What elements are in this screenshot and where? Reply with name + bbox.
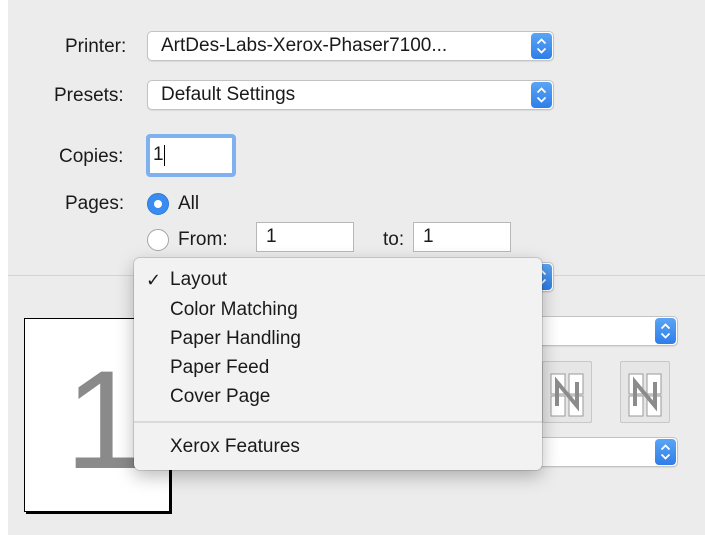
up-down-chevron-icon <box>655 318 676 344</box>
pages-to-value: 1 <box>423 226 434 247</box>
presets-value: Default Settings <box>161 84 296 105</box>
copies-label: Copies: <box>59 146 124 167</box>
menu-separator <box>134 421 542 423</box>
pages-from-value: 1 <box>266 226 277 247</box>
menu-item-cover-page[interactable]: Cover Page <box>170 386 270 408</box>
menu-item-color-matching[interactable]: Color Matching <box>170 299 298 321</box>
copies-value: 1 <box>153 144 164 165</box>
text-caret <box>164 145 165 166</box>
print-dialog: Printer: ArtDes-Labs-Xerox-Phaser7100...… <box>8 0 705 535</box>
pages-from-field[interactable]: 1 <box>256 222 354 252</box>
layout-direction-n-button[interactable] <box>620 361 670 423</box>
presets-label: Presets: <box>54 85 124 106</box>
layout-direction-z-icon <box>550 373 584 417</box>
pages-all-radio[interactable] <box>147 193 169 215</box>
pages-label: Pages: <box>65 193 125 214</box>
preview-page-number: 1 <box>65 341 143 498</box>
printer-label: Printer: <box>65 36 127 57</box>
up-down-chevron-icon <box>531 33 552 59</box>
menu-item-paper-handling[interactable]: Paper Handling <box>170 328 301 350</box>
menu-item-xerox-features[interactable]: Xerox Features <box>170 436 300 458</box>
up-down-chevron-icon <box>655 439 676 465</box>
pages-to-field[interactable]: 1 <box>413 222 511 252</box>
checkmark-icon: ✓ <box>146 270 162 290</box>
copies-field[interactable]: 1 <box>146 134 236 177</box>
pages-from-label[interactable]: From: <box>178 229 228 251</box>
section-menu: ✓ Layout Color Matching Paper Handling P… <box>134 258 542 470</box>
layout-direction-n-icon <box>628 373 662 417</box>
layout-direction-z-button[interactable] <box>542 361 592 423</box>
pages-all-label[interactable]: All <box>178 193 199 215</box>
presets-popup[interactable]: Default Settings <box>147 80 554 110</box>
menu-item-paper-feed[interactable]: Paper Feed <box>170 357 269 379</box>
up-down-chevron-icon <box>531 82 552 108</box>
menu-item-layout[interactable]: Layout <box>170 269 227 291</box>
pages-from-radio[interactable] <box>147 229 169 251</box>
pages-to-label: to: <box>383 229 405 250</box>
printer-popup[interactable]: ArtDes-Labs-Xerox-Phaser7100... <box>147 31 554 61</box>
printer-value: ArtDes-Labs-Xerox-Phaser7100... <box>161 35 448 56</box>
